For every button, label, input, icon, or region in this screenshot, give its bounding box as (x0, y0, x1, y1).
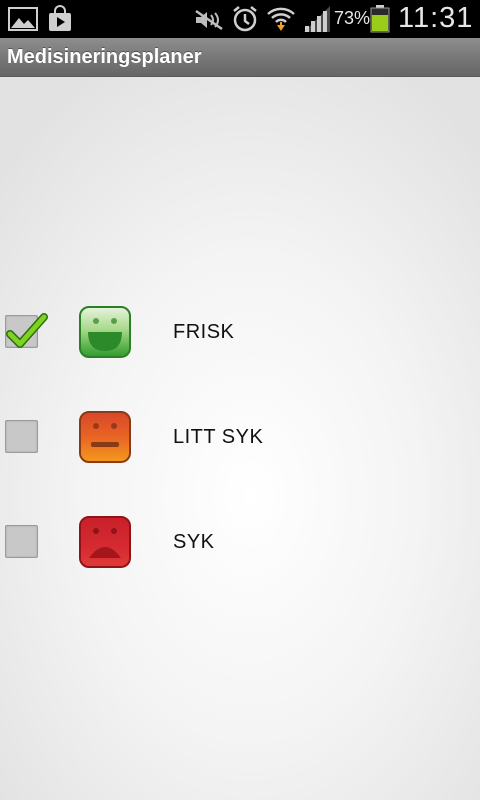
signal-icon (304, 6, 330, 32)
status-bar: 73% 11:31 (0, 0, 480, 38)
frisk-checkbox[interactable] (5, 313, 48, 348)
wifi-icon (267, 7, 295, 31)
syk-checkbox[interactable] (5, 525, 38, 558)
alarm-icon (233, 6, 257, 32)
action-bar: Medisineringsplaner (0, 38, 480, 77)
store-icon (49, 5, 71, 31)
neutral-face-icon (79, 411, 131, 463)
status-time: 11:31 (398, 2, 474, 34)
condition-label: FRISK (173, 321, 235, 343)
sad-face-icon (79, 516, 131, 568)
battery-icon (370, 5, 390, 33)
condition-label: LITT SYK (173, 426, 264, 448)
condition-row-frisk[interactable]: FRISK (0, 302, 480, 362)
app-title: Medisineringsplaner (7, 46, 202, 68)
gallery-icon (8, 7, 38, 31)
litt-syk-checkbox[interactable] (5, 420, 38, 453)
condition-row-syk[interactable]: SYK (0, 512, 480, 572)
mute-icon (195, 9, 223, 31)
battery-percent: 73% (334, 8, 371, 28)
condition-label: SYK (173, 531, 215, 553)
condition-row-litt-syk[interactable]: LITT SYK (0, 407, 480, 467)
checkmark-icon (6, 313, 48, 348)
happy-face-icon (79, 306, 131, 358)
